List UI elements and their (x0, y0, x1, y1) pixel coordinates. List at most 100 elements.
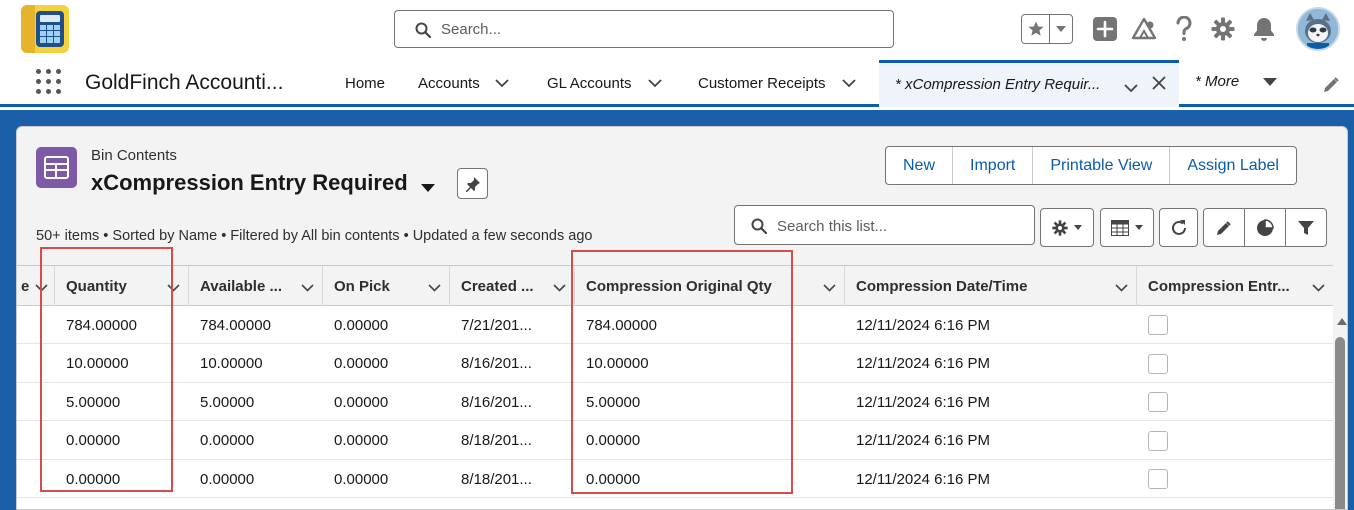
scrollbar-thumb[interactable] (1335, 337, 1345, 509)
chevron-down-icon[interactable] (841, 75, 856, 92)
goldfinch-logo-icon[interactable] (21, 5, 69, 53)
compression-entry-checkbox[interactable] (1148, 430, 1168, 451)
trailhead-icon[interactable] (1131, 16, 1157, 42)
table-scrollbar[interactable] (1333, 265, 1347, 509)
add-icon[interactable] (1092, 16, 1118, 42)
cell-compression-date-time: 12/11/2024 6:16 PM (856, 470, 990, 488)
compression-original-qty-highlight-box (571, 250, 793, 494)
pie-chart-icon (1257, 218, 1274, 236)
pin-icon (465, 176, 480, 192)
list-search[interactable] (734, 205, 1035, 245)
list-actions-group: New Import Printable View Assign Label (885, 146, 1297, 185)
refresh-icon (1171, 219, 1186, 235)
nav-item-customer-receipts[interactable]: Customer Receipts (698, 60, 856, 107)
scroll-up-arrow-icon[interactable] (1337, 317, 1347, 325)
chevron-down-icon[interactable] (1312, 279, 1325, 296)
chevron-down-icon[interactable] (823, 279, 836, 296)
cell-compression-entry (1137, 345, 1168, 383)
cell-created: 8/18/201... (461, 432, 532, 449)
cell-available: 0.00000 (200, 432, 255, 449)
column-header-available[interactable]: Available ... (189, 266, 323, 306)
refresh-button[interactable] (1159, 208, 1198, 247)
search-icon (415, 22, 432, 43)
favorites-button-group[interactable] (1021, 14, 1073, 44)
favorites-star-icon[interactable] (1022, 15, 1050, 43)
edit-nav-pencil-icon[interactable] (1322, 76, 1340, 99)
list-view-title: xCompression Entry Required (91, 170, 408, 195)
nav-item-home[interactable]: Home (345, 60, 385, 107)
cell-compression-entry (1137, 422, 1168, 460)
chevron-down-icon[interactable] (495, 75, 509, 92)
cell-created: 8/18/201... (461, 470, 532, 488)
column-header-compression-entry[interactable]: Compression Entr... (1137, 266, 1333, 306)
list-search-input[interactable] (775, 216, 1015, 236)
import-button[interactable]: Import (953, 147, 1034, 184)
caret-down-icon (1135, 225, 1143, 230)
bin-contents-object-icon (36, 147, 77, 188)
app-launcher-icon[interactable] (36, 69, 64, 97)
compression-entry-checkbox[interactable] (1148, 392, 1168, 412)
cell-compression-date-time: 12/11/2024 6:16 PM (856, 316, 990, 334)
chevron-down-icon[interactable] (428, 279, 441, 296)
cell-available: 784.00000 (200, 316, 271, 334)
filter-button[interactable] (1286, 209, 1326, 246)
chevron-down-icon[interactable] (1115, 279, 1128, 296)
nav-item-label: GL Accounts (547, 75, 632, 92)
app-name: GoldFinch Accounti... (85, 71, 284, 94)
help-icon[interactable] (1171, 16, 1197, 42)
close-icon[interactable] (1152, 76, 1166, 95)
chevron-down-icon[interactable] (301, 279, 314, 296)
setup-gear-icon[interactable] (1210, 16, 1236, 42)
cell-compression-date-time: 12/11/2024 6:16 PM (856, 432, 990, 449)
user-avatar[interactable] (1296, 7, 1340, 51)
column-header-created[interactable]: Created ... (450, 266, 575, 306)
charts-button[interactable] (1245, 209, 1286, 246)
compression-entry-checkbox[interactable] (1148, 353, 1168, 374)
search-icon (751, 218, 768, 239)
edit-list-button[interactable] (1204, 209, 1245, 246)
display-as-table-button[interactable] (1100, 208, 1154, 247)
list-view-picker-caret-icon[interactable] (421, 180, 435, 198)
nav-more-label: * More (1195, 73, 1240, 90)
compression-entry-checkbox[interactable] (1148, 315, 1168, 335)
cell-created: 8/16/201... (461, 355, 532, 372)
new-button[interactable]: New (886, 147, 954, 184)
cell-compression-entry (1137, 306, 1168, 344)
cell-compression-date-time: 12/11/2024 6:16 PM (856, 355, 990, 372)
nav-item-accounts[interactable]: Accounts (418, 60, 509, 107)
notifications-bell-icon[interactable] (1251, 16, 1277, 42)
compression-entry-checkbox[interactable] (1148, 469, 1168, 489)
pencil-icon (1217, 220, 1231, 235)
tab-label: * xCompression Entry Requir... (895, 76, 1101, 93)
chevron-down-icon[interactable] (1124, 80, 1138, 98)
column-header-compression-date-time[interactable]: Compression Date/Time (845, 266, 1137, 306)
cell-available: 0.00000 (200, 470, 255, 488)
global-search-input[interactable] (439, 19, 859, 39)
table-view-icon (1111, 219, 1129, 236)
chevron-down-icon[interactable] (647, 75, 662, 92)
column-header-on-pick[interactable]: On Pick (323, 266, 450, 306)
cell-on-pick: 0.00000 (334, 316, 389, 334)
tab-xcompression-entry-required[interactable]: * xCompression Entry Requir... (879, 60, 1179, 107)
gear-icon (1052, 219, 1068, 236)
nav-more[interactable]: * More (1195, 73, 1278, 91)
cell-on-pick: 0.00000 (334, 470, 389, 488)
object-type-label: Bin Contents (91, 147, 177, 164)
cell-available: 5.00000 (200, 393, 255, 411)
nav-item-gl-accounts[interactable]: GL Accounts (547, 60, 662, 107)
assign-label-button[interactable]: Assign Label (1170, 147, 1296, 184)
favorites-dropdown-chevron-icon[interactable] (1050, 15, 1072, 43)
cell-created: 7/21/201... (461, 316, 532, 334)
printable-view-button[interactable]: Printable View (1033, 147, 1171, 184)
list-settings-button[interactable] (1040, 208, 1094, 247)
list-view-card: Bin Contents xCompression Entry Required… (16, 126, 1348, 510)
cell-available: 10.00000 (200, 355, 263, 372)
cell-compression-entry (1137, 460, 1168, 498)
chevron-down-icon[interactable] (553, 279, 566, 296)
list-status-text: 50+ items • Sorted by Name • Filtered by… (36, 228, 593, 244)
pin-list-button[interactable] (457, 168, 488, 199)
cell-compression-date-time: 12/11/2024 6:16 PM (856, 393, 990, 411)
caret-down-icon[interactable] (1263, 74, 1278, 91)
navigation-bar: GoldFinch Accounti... Home Accounts GL A… (0, 60, 1354, 107)
global-search[interactable] (394, 10, 894, 48)
